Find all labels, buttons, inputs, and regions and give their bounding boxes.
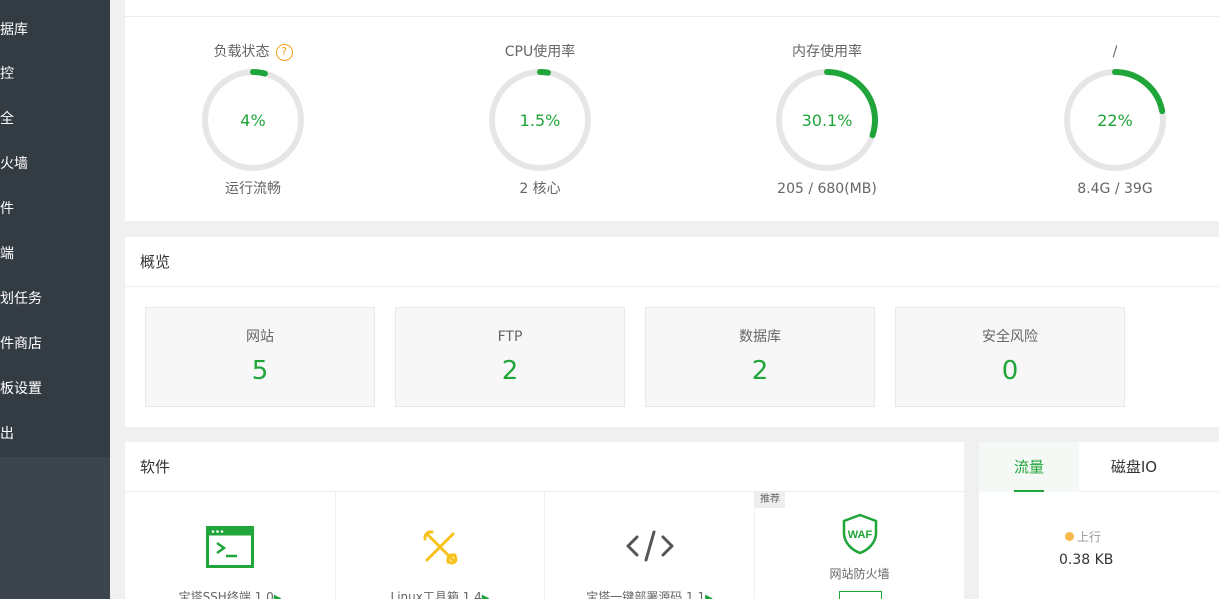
software-card: 软件 宝塔SSH终端 1.0▶ Linux工具箱 1.4▶ 宝塔一键部署源码 1… <box>125 442 964 599</box>
recommend-badge: 推荐 <box>755 492 785 508</box>
software-name: 宝塔SSH终端 1.0▶ <box>125 588 335 599</box>
overview-value: 2 <box>501 356 519 386</box>
waf-action-button[interactable] <box>839 591 882 599</box>
upload-label: 上行 <box>1077 530 1102 544</box>
software-title: 软件 <box>125 442 964 492</box>
sidebar-item-label: 据库 <box>0 22 28 38</box>
sidebar-item-firewall[interactable]: 火墙 <box>0 142 110 187</box>
software-grid: 宝塔SSH终端 1.0▶ Linux工具箱 1.4▶ 宝塔一键部署源码 1.1▶… <box>125 492 964 599</box>
play-icon[interactable]: ▶ <box>482 593 490 599</box>
memory-gauge[interactable]: 内存使用率 30.1% 205 / 680(MB) <box>727 42 927 199</box>
disk-value: 22% <box>1097 111 1133 130</box>
waf-text: WAF <box>847 529 872 541</box>
sidebar-item-logout[interactable]: 出 <box>0 412 110 457</box>
sidebar-item-label: 火墙 <box>0 156 28 172</box>
overview-label: 网站 <box>246 329 274 345</box>
status-card-header <box>125 0 1219 17</box>
sidebar-item-label: 控 <box>0 66 14 82</box>
play-icon[interactable]: ▶ <box>274 593 282 599</box>
software-name-text: Linux工具箱 1.4 <box>390 590 482 599</box>
sidebar-item-label: 端 <box>0 246 14 262</box>
sidebar-item-panel-settings[interactable]: 板设置 <box>0 367 110 412</box>
cpu-value: 1.5% <box>520 111 561 130</box>
sidebar-item-label: 划任务 <box>0 291 42 307</box>
software-name: Linux工具箱 1.4▶ <box>336 588 544 599</box>
software-name: 宝塔一键部署源码 1.1▶ <box>545 588 754 599</box>
traffic-tabs: 流量 磁盘IO <box>979 442 1219 492</box>
sidebar-item-files[interactable]: 件 <box>0 187 110 232</box>
overview-label: FTP <box>497 329 523 345</box>
disk-gauge[interactable]: / 22% 8.4G / 39G <box>1015 42 1215 199</box>
toolbox-icon <box>423 530 458 565</box>
status-card: 负载状态? 4% 运行流畅 CPU使用率 1.5% 2 核心 内存使用率 30.… <box>125 0 1219 221</box>
overview-title: 概览 <box>125 237 1219 287</box>
sidebar-item-label: 出 <box>0 426 14 442</box>
sidebar-item-app-store[interactable]: 件商店 <box>0 322 110 367</box>
load-status-text: 运行流畅 <box>225 181 281 197</box>
terminal-icon <box>206 526 254 568</box>
sidebar: 据库 控 全 火墙 件 端 划任务 件商店 板设置 出 <box>0 0 110 599</box>
help-icon[interactable]: ? <box>275 44 293 61</box>
overview-databases[interactable]: 数据库 2 <box>645 307 875 407</box>
upload-dot-icon <box>1065 532 1074 541</box>
overview-value: 2 <box>751 356 769 386</box>
upload-value: 0.38 KB <box>1059 552 1114 568</box>
load-value: 4% <box>240 111 265 130</box>
waf-shield-icon: WAF <box>842 513 877 555</box>
software-item-ssh-terminal[interactable]: 宝塔SSH终端 1.0▶ <box>125 492 336 599</box>
cpu-gauge-title: CPU使用率 <box>504 44 576 60</box>
cpu-gauge[interactable]: CPU使用率 1.5% 2 核心 <box>440 42 640 199</box>
load-gauge-title: 负载状态? <box>153 42 353 62</box>
overview-value: 5 <box>251 356 269 386</box>
sidebar-item-label: 全 <box>0 111 14 127</box>
memory-value: 30.1% <box>802 111 853 130</box>
software-name: 网站防火墙 <box>829 567 890 581</box>
disk-ring: 22% <box>1064 69 1166 171</box>
sidebar-item-label: 件 <box>0 201 14 217</box>
disk-gauge-title: / <box>1112 44 1118 60</box>
sidebar-menu: 据库 控 全 火墙 件 端 划任务 件商店 板设置 出 <box>0 0 110 457</box>
sidebar-item-monitor[interactable]: 控 <box>0 52 110 97</box>
cpu-ring: 1.5% <box>489 69 591 171</box>
sidebar-item-terminal[interactable]: 端 <box>0 232 110 277</box>
memory-ring: 30.1% <box>776 69 878 171</box>
overview-label: 数据库 <box>739 329 781 345</box>
upload-legend: 上行 <box>1065 528 1101 545</box>
code-icon <box>626 530 673 562</box>
overview-ftp[interactable]: FTP 2 <box>395 307 625 407</box>
memory-gauge-title: 内存使用率 <box>792 44 862 60</box>
load-gauge[interactable]: 负载状态? 4% 运行流畅 <box>153 42 353 199</box>
disk-usage-text: 8.4G / 39G <box>1077 181 1153 197</box>
sidebar-item-label: 件商店 <box>0 336 42 352</box>
overview-security-risk[interactable]: 安全风险 0 <box>895 307 1125 407</box>
software-name-text: 宝塔一键部署源码 1.1 <box>586 590 706 599</box>
tab-traffic[interactable]: 流量 <box>979 442 1079 492</box>
memory-usage-text: 205 / 680(MB) <box>777 181 877 197</box>
overview-sites[interactable]: 网站 5 <box>145 307 375 407</box>
tab-disk-io[interactable]: 磁盘IO <box>1079 442 1189 492</box>
overview-card: 概览 网站 5 FTP 2 数据库 2 安全风险 0 <box>125 237 1219 427</box>
sidebar-item-label: 板设置 <box>0 381 42 397</box>
play-icon[interactable]: ▶ <box>705 593 713 599</box>
traffic-card: 流量 磁盘IO 上行 0.38 KB <box>979 442 1219 599</box>
load-ring: 4% <box>202 69 304 171</box>
software-name-text: 宝塔SSH终端 1.0 <box>178 590 274 599</box>
software-item-linux-toolbox[interactable]: Linux工具箱 1.4▶ <box>336 492 545 599</box>
overview-label: 安全风险 <box>982 329 1038 345</box>
software-item-one-click-deploy[interactable]: 宝塔一键部署源码 1.1▶ <box>545 492 755 599</box>
cpu-cores-text: 2 核心 <box>519 181 561 197</box>
overview-value: 0 <box>1001 356 1019 386</box>
load-gauge-title-text: 负载状态 <box>213 44 270 60</box>
sidebar-item-database[interactable]: 据库 <box>0 0 110 52</box>
sidebar-item-security[interactable]: 全 <box>0 97 110 142</box>
sidebar-item-cron[interactable]: 划任务 <box>0 277 110 322</box>
software-item-waf[interactable]: 推荐 WAF 网站防火墙 <box>755 492 964 599</box>
